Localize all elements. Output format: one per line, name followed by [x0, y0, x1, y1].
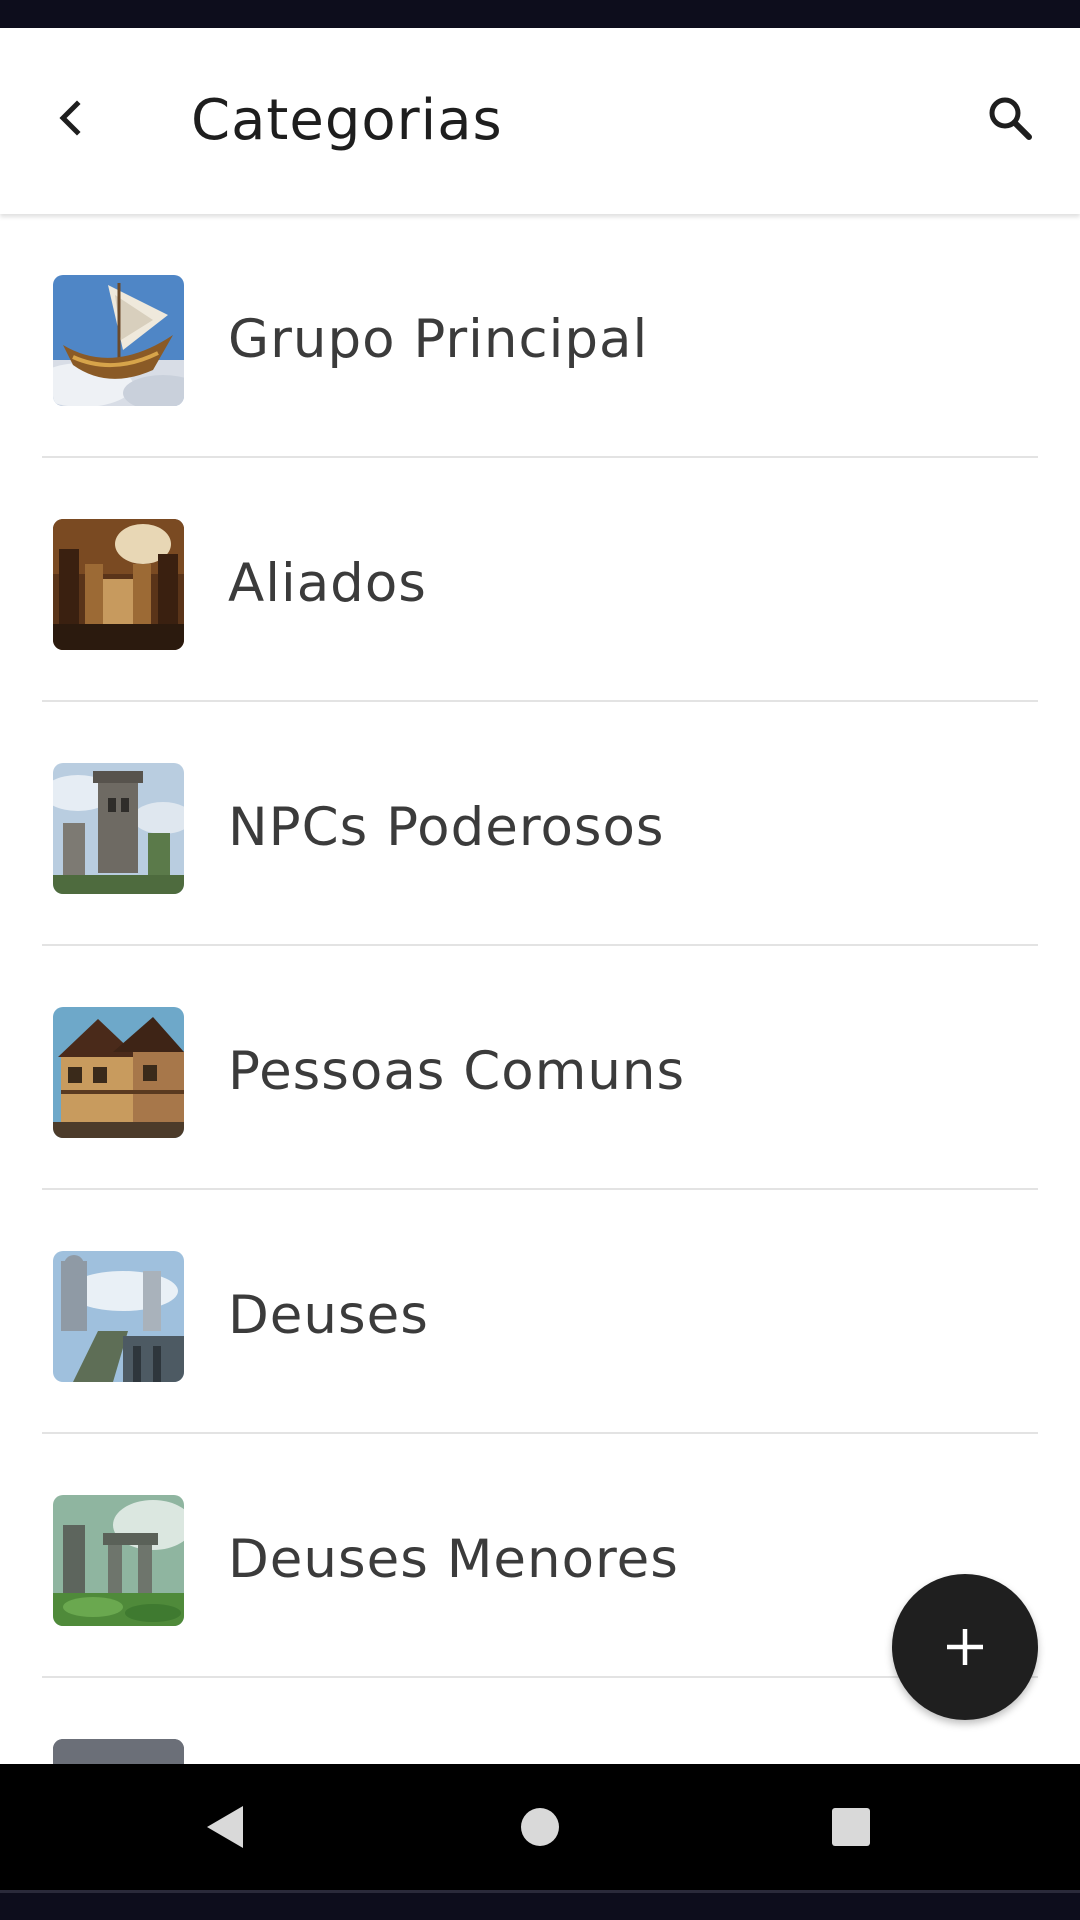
- nav-recents-icon: [832, 1808, 870, 1846]
- nav-recents-button[interactable]: [811, 1787, 891, 1867]
- bottom-edge-bar: [0, 1890, 1080, 1920]
- castle-tower-thumbnail: [53, 763, 184, 894]
- page-title: Categorias: [191, 88, 503, 153]
- nav-back-icon: [207, 1806, 243, 1848]
- category-item-npcs-poderosos[interactable]: NPCs Poderosos: [0, 702, 1080, 946]
- app-bar: Categorias: [0, 28, 1080, 214]
- category-label: Aliados: [228, 553, 427, 614]
- partial-thumbnail: [53, 1739, 184, 1764]
- category-label: Deuses Menores: [228, 1529, 679, 1590]
- nav-home-button[interactable]: [500, 1787, 580, 1867]
- category-item-pessoas-comuns[interactable]: Pessoas Comuns: [0, 946, 1080, 1190]
- category-list: Grupo Principal Aliados NPCs Poderosos P…: [0, 214, 1080, 1764]
- category-label: Deuses: [228, 1285, 429, 1346]
- category-label: NPCs Poderosos: [228, 797, 665, 858]
- back-button[interactable]: [40, 86, 104, 150]
- category-label: Pessoas Comuns: [228, 1041, 686, 1102]
- category-label: Grupo Principal: [228, 309, 649, 370]
- library-hall-thumbnail: [53, 519, 184, 650]
- nav-home-icon: [521, 1808, 559, 1846]
- status-bar: [0, 0, 1080, 28]
- category-item-grupo-principal[interactable]: Grupo Principal: [0, 214, 1080, 458]
- stone-ruins-thumbnail: [53, 1495, 184, 1626]
- statue-bridge-thumbnail: [53, 1251, 184, 1382]
- plus-icon: [947, 1629, 983, 1665]
- nav-back-button[interactable]: [185, 1787, 265, 1867]
- flying-ship-thumbnail: [53, 275, 184, 406]
- add-category-button[interactable]: [892, 1574, 1038, 1720]
- category-item-deuses[interactable]: Deuses: [0, 1190, 1080, 1434]
- system-navigation-bar: [0, 1764, 1080, 1890]
- timber-house-thumbnail: [53, 1007, 184, 1138]
- search-button[interactable]: [978, 86, 1042, 150]
- back-arrow-icon: [59, 100, 81, 136]
- category-item-aliados[interactable]: Aliados: [0, 458, 1080, 702]
- search-icon: [989, 97, 1032, 140]
